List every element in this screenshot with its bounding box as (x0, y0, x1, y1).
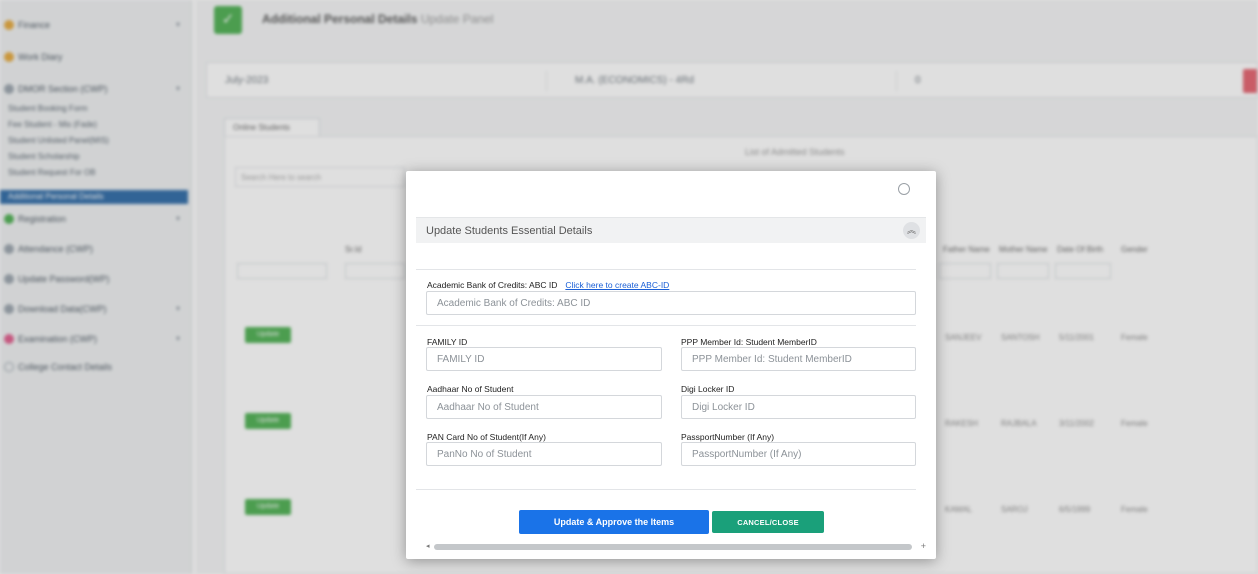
close-icon[interactable] (898, 183, 910, 195)
ppp-member-id-label: PPP Member Id: Student MemberID (681, 337, 817, 347)
scrollbar-thumb[interactable] (434, 544, 912, 550)
divider (416, 269, 916, 270)
create-abc-id-link[interactable]: Click here to create ABC-ID (565, 280, 669, 290)
family-id-input[interactable] (426, 347, 662, 371)
abc-id-label: Academic Bank of Credits: ABC ID Click he… (427, 280, 669, 290)
panel-header: Update Students Essential Details ︽ (416, 217, 926, 243)
pan-card-label: PAN Card No of Student(If Any) (427, 432, 546, 442)
pan-card-input[interactable] (426, 442, 662, 466)
passport-input[interactable] (681, 442, 916, 466)
update-details-modal: Update Students Essential Details ︽ Acad… (406, 171, 936, 559)
passport-label: PassportNumber (If Any) (681, 432, 775, 442)
ppp-member-id-input[interactable] (681, 347, 916, 371)
divider (416, 489, 916, 490)
chevron-up-icon[interactable]: ︽ (903, 222, 920, 239)
scroll-left-icon[interactable]: ◂ (426, 542, 430, 550)
abc-id-label-text: Academic Bank of Credits: ABC ID (427, 280, 558, 290)
abc-id-input[interactable] (426, 291, 916, 315)
digi-locker-input[interactable] (681, 395, 916, 419)
family-id-label: FAMILY ID (427, 337, 468, 347)
aadhaar-input[interactable] (426, 395, 662, 419)
cancel-close-button[interactable]: CANCEL/CLOSE (712, 511, 824, 533)
scroll-right-icon[interactable]: + (921, 541, 926, 551)
aadhaar-label: Aadhaar No of Student (427, 384, 514, 394)
update-approve-button[interactable]: Update & Approve the Items (519, 510, 709, 534)
panel-title: Update Students Essential Details (426, 225, 593, 237)
digi-locker-label: Digi Locker ID (681, 384, 735, 394)
divider (416, 325, 916, 326)
horizontal-scrollbar[interactable]: ◂ + (426, 541, 926, 551)
